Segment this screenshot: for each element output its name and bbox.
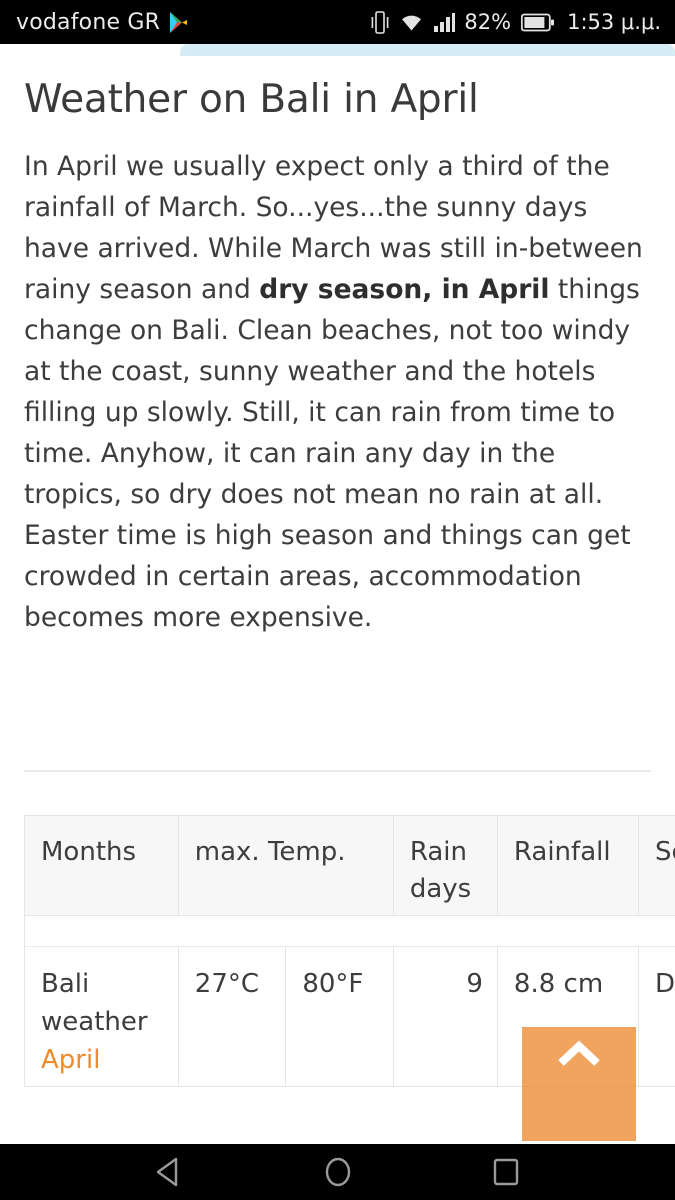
nav-home-button[interactable] [319, 1153, 357, 1191]
info-banner-stub[interactable] [180, 44, 675, 56]
page-title: Weather on Bali in April [24, 77, 479, 122]
wifi-icon [399, 12, 424, 32]
chevron-up-icon [558, 1040, 600, 1066]
android-nav-bar [0, 1144, 675, 1200]
table-caption-cell [24, 915, 675, 947]
status-bar-left: vodafone GR [16, 10, 188, 35]
table-caption-row [24, 915, 675, 947]
cell-temp-fahrenheit: 80°F [285, 946, 394, 1087]
clock-label: 1:53 μ.μ. [567, 10, 661, 34]
signal-icon [434, 12, 457, 32]
battery-icon [520, 13, 555, 32]
section-divider [24, 770, 651, 772]
cell-season: Dry season [637, 946, 675, 1087]
nav-recents-button[interactable] [487, 1153, 525, 1191]
paragraph-bold-phrase: dry season, in April [259, 273, 550, 305]
column-header-rainfall: Rainfall [496, 815, 639, 916]
cell-rain-days: 9 [392, 946, 498, 1087]
cell-months: Bali weather April [24, 946, 179, 1087]
article-paragraph: In April we usually expect only a third … [24, 146, 651, 638]
status-bar: vodafone GR 82% 1:53 μ.μ. [0, 0, 675, 44]
nav-back-button[interactable] [151, 1153, 189, 1191]
column-header-max-temp: max. Temp. [177, 815, 394, 916]
column-header-rain-days: Rain days [392, 815, 498, 916]
carrier-label: vodafone GR [16, 9, 161, 35]
scroll-to-top-button[interactable] [522, 1027, 636, 1141]
article-content: Weather on Bali in April In April we usu… [0, 56, 675, 1144]
table-header-row: Months max. Temp. Rain days Rainfall Sea… [24, 815, 675, 916]
column-header-months: Months [24, 815, 179, 916]
cell-months-line1: Bali [41, 969, 90, 999]
status-bar-right: 82% 1:53 μ.μ. [371, 10, 661, 34]
cell-temp-celsius: 27°C [177, 946, 287, 1087]
paragraph-text-part2: things change on Bali. Clean beaches, no… [24, 273, 640, 633]
cell-month-highlight: April [41, 1045, 101, 1075]
cell-months-line2: weather [41, 1007, 148, 1037]
phone-screen: vodafone GR 82% 1:53 μ.μ. Weather on Bal… [0, 0, 675, 1200]
column-header-season: Season [637, 815, 675, 916]
vibrate-icon [371, 10, 389, 34]
battery-percent-label: 82% [464, 10, 512, 34]
play-store-icon [169, 11, 188, 33]
